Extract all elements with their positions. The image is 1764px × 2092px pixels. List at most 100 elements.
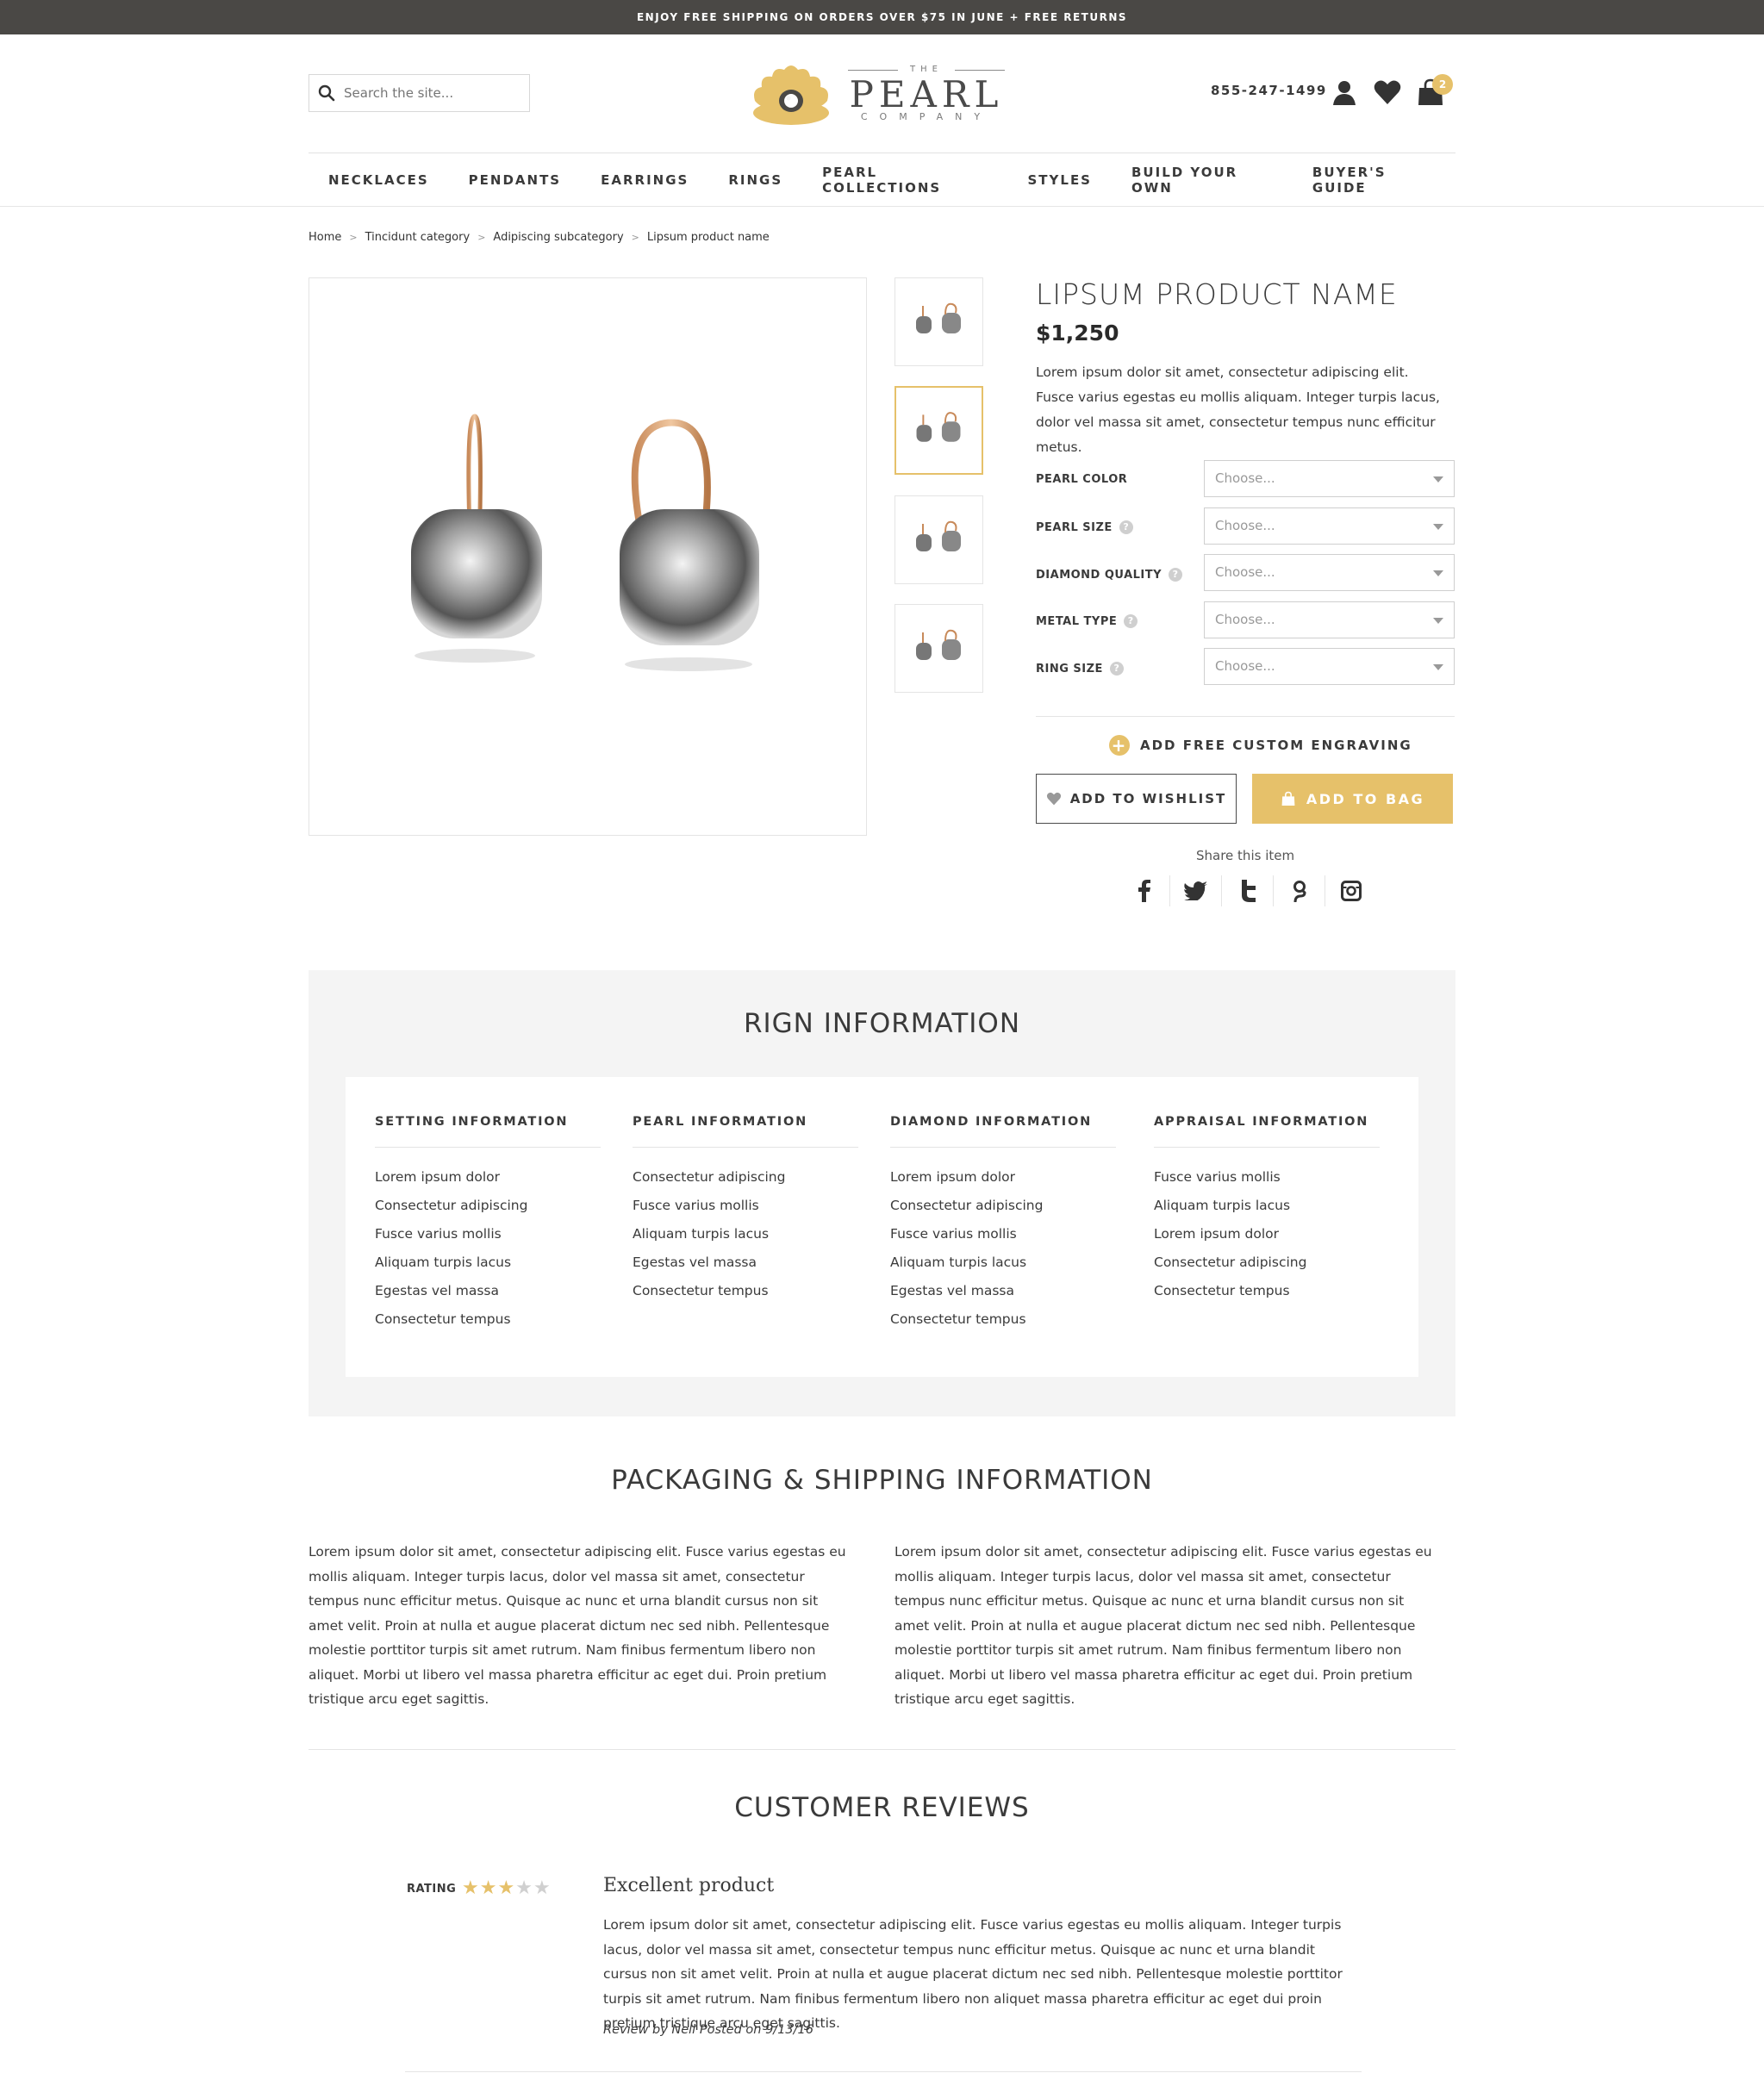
plus-icon: +	[1109, 735, 1130, 756]
reviews-title: CUSTOMER REVIEWS	[734, 1792, 1030, 1823]
instagram-icon	[1341, 881, 1362, 901]
product-thumbnail[interactable]	[894, 495, 983, 584]
metal-type-select[interactable]: Choose...	[1204, 601, 1455, 638]
facebook-share[interactable]	[1119, 875, 1170, 906]
thumbnail-image	[916, 520, 961, 551]
list-item: Aliquam turpis lacus	[633, 1226, 770, 1242]
tumblr-icon	[1241, 880, 1256, 902]
wishlist-label: ADD TO WISHLIST	[1069, 791, 1227, 806]
product-thumbnail[interactable]	[894, 604, 983, 693]
googleplus-share[interactable]	[1274, 875, 1325, 906]
heart-icon[interactable]	[1373, 78, 1402, 107]
phone-number[interactable]: 855-247-1499	[1211, 83, 1327, 98]
nav-pearl-collections[interactable]: PEARL COLLECTIONS	[802, 165, 1007, 196]
breadcrumb-subcategory[interactable]: Adipiscing subcategory	[493, 231, 623, 244]
promo-banner: ENJOY FREE SHIPPING ON ORDERS OVER $75 I…	[0, 0, 1764, 34]
main-nav: NECKLACES PENDANTS EARRINGS RINGS PEARL …	[309, 153, 1455, 207]
info-card: SETTING INFORMATION Lorem ipsum dolor Co…	[346, 1077, 1418, 1377]
options-divider	[1036, 716, 1455, 717]
ring-size-select[interactable]: Choose...	[1204, 648, 1455, 685]
social-share	[1119, 875, 1377, 906]
option-label-pearl-size: PEARL SIZE?	[1036, 520, 1133, 534]
facebook-icon	[1138, 880, 1150, 902]
list-item: Fusce varius mollis	[375, 1226, 502, 1242]
nav-bottom-divider	[0, 206, 1764, 207]
option-label-text: PEARL SIZE	[1036, 520, 1113, 534]
column-heading: PEARL INFORMATION	[633, 1115, 858, 1148]
product-main-image[interactable]	[309, 277, 867, 836]
thumbnail-image	[916, 412, 961, 442]
nav-styles[interactable]: STYLES	[1007, 172, 1112, 188]
list-item: Lorem ipsum dolor	[375, 1169, 500, 1185]
star-empty-icon: ★	[533, 1877, 551, 1899]
breadcrumb-home[interactable]: Home	[309, 231, 341, 244]
nav-rings[interactable]: RINGS	[708, 172, 802, 188]
breadcrumb-category[interactable]: Tincidunt category	[365, 231, 471, 244]
list-item: Lorem ipsum dolor	[1154, 1226, 1279, 1242]
share-label: Share this item	[1196, 848, 1295, 863]
help-icon[interactable]: ?	[1119, 520, 1133, 534]
star-empty-icon: ★	[515, 1877, 533, 1899]
search-box[interactable]	[309, 74, 530, 112]
option-label-metal-type: METAL TYPE?	[1036, 614, 1138, 628]
breadcrumb-current: Lipsum product name	[646, 231, 770, 244]
chevron-down-icon	[1433, 664, 1443, 670]
twitter-share[interactable]	[1170, 875, 1222, 906]
option-label-ring-size: RING SIZE?	[1036, 662, 1124, 676]
option-label-text: PEARL COLOR	[1036, 473, 1128, 486]
list-item: Aliquam turpis lacus	[890, 1255, 1027, 1270]
breadcrumb-separator: >	[349, 232, 358, 243]
tumblr-share[interactable]	[1222, 875, 1274, 906]
product-thumbnail-selected[interactable]	[894, 386, 983, 475]
twitter-icon	[1183, 881, 1207, 900]
bag-label: ADD TO BAG	[1306, 790, 1425, 807]
select-value: Choose...	[1215, 470, 1275, 486]
nav-buyers-guide[interactable]: BUYER'S GUIDE	[1293, 165, 1455, 196]
column-heading: SETTING INFORMATION	[375, 1115, 601, 1148]
nav-necklaces[interactable]: NECKLACES	[309, 172, 449, 188]
thumbnail-image	[916, 629, 961, 660]
nav-pendants[interactable]: PENDANTS	[449, 172, 581, 188]
list-item: Egestas vel massa	[633, 1255, 757, 1270]
help-icon[interactable]: ?	[1169, 568, 1183, 582]
list-item: Fusce varius mollis	[1154, 1169, 1281, 1185]
select-value: Choose...	[1215, 564, 1275, 580]
add-to-bag-button[interactable]: ADD TO BAG	[1252, 774, 1453, 824]
search-input[interactable]	[344, 85, 516, 101]
help-icon[interactable]: ?	[1124, 614, 1138, 628]
pearl-info-column: PEARL INFORMATION Consectetur adipiscing…	[633, 1115, 858, 1305]
select-value: Choose...	[1215, 518, 1275, 533]
list-item: Aliquam turpis lacus	[1154, 1198, 1291, 1213]
help-icon[interactable]: ?	[1109, 662, 1124, 676]
review-byline: Review by Nell Posted on 9/13/16	[603, 2023, 813, 2037]
list-item: Consectetur tempus	[633, 1283, 769, 1298]
list-item: Consectetur tempus	[375, 1311, 511, 1327]
diamond-quality-select[interactable]: Choose...	[1204, 554, 1455, 591]
account-icon[interactable]	[1330, 78, 1359, 107]
list-item: Egestas vel massa	[890, 1283, 1015, 1298]
add-engraving-link[interactable]: + ADD FREE CUSTOM ENGRAVING	[1109, 735, 1412, 756]
nav-build-your-own[interactable]: BUILD YOUR OWN	[1112, 165, 1293, 196]
list-item: Egestas vel massa	[375, 1283, 500, 1298]
chevron-down-icon	[1433, 570, 1443, 576]
section-title: RIGN INFORMATION	[743, 1008, 1021, 1039]
add-to-wishlist-button[interactable]: ADD TO WISHLIST	[1036, 774, 1237, 824]
column-heading: DIAMOND INFORMATION	[890, 1115, 1116, 1148]
chevron-down-icon	[1433, 524, 1443, 530]
select-value: Choose...	[1215, 612, 1275, 627]
product-thumbnail[interactable]	[894, 277, 983, 366]
option-label-text: DIAMOND QUALITY	[1036, 568, 1162, 582]
instagram-share[interactable]	[1325, 875, 1377, 906]
option-label-pearl-color: PEARL COLOR	[1036, 473, 1127, 486]
site-logo[interactable]: THE PEARL COMPANY	[748, 55, 1015, 133]
packaging-text-left: Lorem ipsum dolor sit amet, consectetur …	[309, 1544, 846, 1707]
list-item: Lorem ipsum dolor	[890, 1169, 1015, 1185]
packaging-text-right: Lorem ipsum dolor sit amet, consectetur …	[894, 1544, 1432, 1707]
breadcrumb-separator: >	[477, 232, 486, 243]
chevron-down-icon	[1433, 476, 1443, 483]
pearl-color-select[interactable]: Choose...	[1204, 460, 1455, 497]
star-filled-icon: ★	[479, 1877, 497, 1899]
nav-earrings[interactable]: EARRINGS	[581, 172, 708, 188]
heart-icon	[1046, 792, 1061, 806]
pearl-size-select[interactable]: Choose...	[1204, 507, 1455, 545]
